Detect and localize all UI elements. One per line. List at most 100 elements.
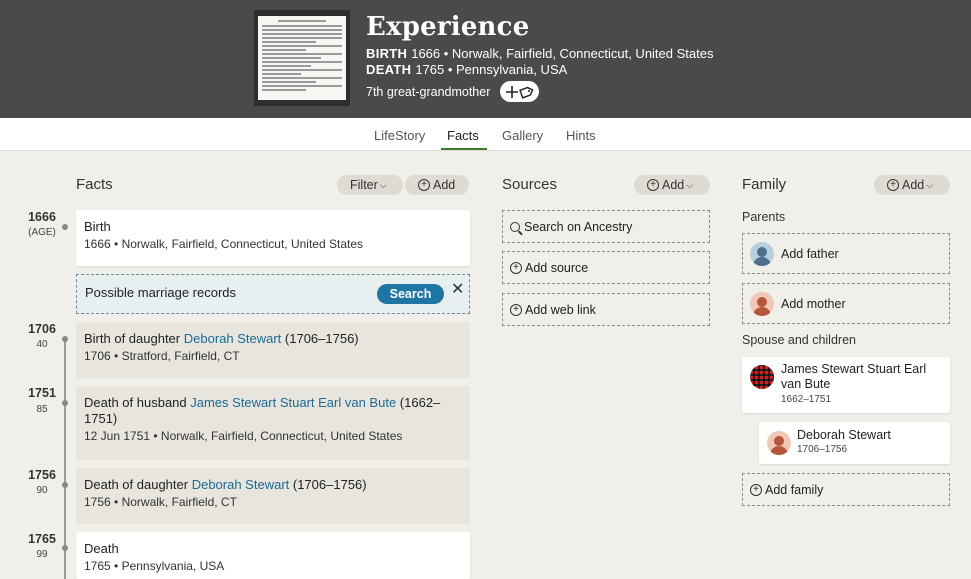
timeline-year: 1756 [28,468,56,482]
chevron-down-icon: ⌵ [379,179,387,190]
fact-title: Death of daughter Deborah Stewart (1706–… [84,477,462,493]
spouse-photo [750,365,774,389]
search-icon [510,221,520,232]
fact-detail: 1666 • Norwalk, Fairfield, Connecticut, … [84,237,363,251]
timeline-dot [62,400,68,406]
fact-prefix: Death of daughter [84,477,192,492]
chevron-down-icon: ⌵ [926,179,934,190]
fact-card-husband-death[interactable]: Death of husband James Stewart Stuart Ea… [76,386,470,460]
fact-years: (1706–1756) [289,477,367,492]
birth-value: 1666 • Norwalk, Fairfield, Connecticut, … [411,46,714,61]
add-source-button[interactable]: + Add source [502,251,710,284]
search-on-ancestry-button[interactable]: Search on Ancestry [502,210,710,243]
add-source-menu-button[interactable]: + Add ⌵ [634,175,710,195]
timeline-dot [62,482,68,488]
timeline-year: 1706 [28,322,56,336]
timeline-dot [62,336,68,342]
fact-title: Birth [84,219,111,234]
fact-detail: 1765 • Pennsylvania, USA [84,559,225,573]
add-web-link-button[interactable]: + Add web link [502,293,710,326]
female-avatar-icon [767,431,791,455]
female-avatar-icon [750,292,774,316]
add-fact-label: Add [433,178,456,192]
fact-title: Death [84,541,119,556]
tab-facts[interactable]: Facts [447,128,479,143]
spouse-name: James Stewart Stuart Earl van Bute [781,362,927,391]
filter-button[interactable]: Filter ⌵ [337,175,403,195]
plus-circle-icon: + [510,303,522,316]
filter-label: Filter [350,178,378,192]
fact-detail: 12 Jun 1751 • Norwalk, Fairfield, Connec… [84,429,403,443]
plus-circle-icon: + [887,179,899,191]
plus-circle-icon: + [647,179,659,191]
timeline-year: 1666 [28,210,56,224]
birth-label: BIRTH [366,46,408,61]
tab-gallery[interactable]: Gallery [502,128,543,143]
fact-detail: 1706 • Stratford, Fairfield, CT [84,349,240,363]
fact-card-birth[interactable]: Birth 1666 • Norwalk, Fairfield, Connect… [76,210,470,266]
male-avatar-icon [750,242,774,266]
tab-lifestory[interactable]: LifeStory [374,128,425,143]
add-family-label: Add family [765,482,824,497]
parents-label: Parents [742,210,786,224]
person-header: Experience BIRTH 1666 • Norwalk, Fairfiel… [0,0,971,118]
add-father-button[interactable]: Add father [742,233,950,274]
add-mother-label: Add mother [781,296,846,311]
timeline-year: 1751 [28,386,56,400]
fact-prefix: Death of husband [84,395,191,410]
chevron-down-icon: ⌵ [686,179,694,190]
spouse-card[interactable]: James Stewart Stuart Earl van Bute 1662–… [742,357,950,413]
timeline-year: 1765 [28,532,56,546]
fact-years: (1706–1756) [281,331,359,346]
plus-tag-icon [505,85,534,99]
person-link[interactable]: Deborah Stewart [184,331,282,346]
document-thumbnail [258,16,346,100]
fact-card-daughter-birth[interactable]: Birth of daughter Deborah Stewart (1706–… [76,322,470,378]
tab-hints[interactable]: Hints [566,128,596,143]
marriage-records-hint: Possible marriage records Search ✕ [76,274,470,314]
child-card[interactable]: Deborah Stewart 1706–1756 [759,422,950,464]
add-family-menu-button[interactable]: + Add ⌵ [874,175,950,195]
add-tag-button[interactable] [500,81,539,102]
add-father-label: Add father [781,246,839,261]
add-fact-button[interactable]: + Add [405,175,469,195]
death-value: 1765 • Pennsylvania, USA [415,62,568,77]
fact-title: Death of husband James Stewart Stuart Ea… [84,395,462,427]
add-source-label: Add source [525,260,589,275]
child-name: Deborah Stewart [797,428,891,442]
timeline-age: 90 [36,485,48,496]
fact-card-daughter-death[interactable]: Death of daughter Deborah Stewart (1706–… [76,468,470,524]
death-line: DEATH 1765 • Pennsylvania, USA [366,62,567,77]
sources-heading: Sources [502,176,558,193]
timeline-dot [62,545,68,551]
add-family-button[interactable]: + Add family [742,473,950,506]
person-link[interactable]: James Stewart Stuart Earl van Bute [190,395,396,410]
add-family-menu-label: Add [902,178,925,192]
add-mother-button[interactable]: Add mother [742,283,950,324]
birth-line: BIRTH 1666 • Norwalk, Fairfield, Connecti… [366,46,713,61]
search-on-ancestry-label: Search on Ancestry [524,219,633,234]
relationship-label: 7th great-grandmother [366,85,491,99]
spouse-children-label: Spouse and children [742,333,856,347]
timeline-line [64,339,66,579]
profile-photo[interactable] [254,10,350,106]
fact-card-death[interactable]: Death 1765 • Pennsylvania, USA [76,532,470,579]
search-button[interactable]: Search [377,284,444,304]
family-heading: Family [742,176,787,193]
fact-detail: 1756 • Norwalk, Fairfield, CT [84,495,237,509]
timeline-age: 99 [36,549,48,560]
person-name: Experience [366,12,530,42]
fact-prefix: Birth of daughter [84,331,184,346]
person-link[interactable]: Deborah Stewart [192,477,290,492]
plus-circle-icon: + [750,483,762,496]
close-icon[interactable]: ✕ [451,279,464,299]
active-tab-indicator [441,148,487,150]
add-source-menu-label: Add [662,178,685,192]
timeline-age: (AGE) [28,227,56,238]
add-web-link-label: Add web link [525,302,596,317]
death-label: DEATH [366,62,412,77]
hint-text: Possible marriage records [85,285,237,300]
timeline-dot [62,224,68,230]
facts-heading: Facts [76,176,113,193]
timeline-age: 40 [36,339,48,350]
